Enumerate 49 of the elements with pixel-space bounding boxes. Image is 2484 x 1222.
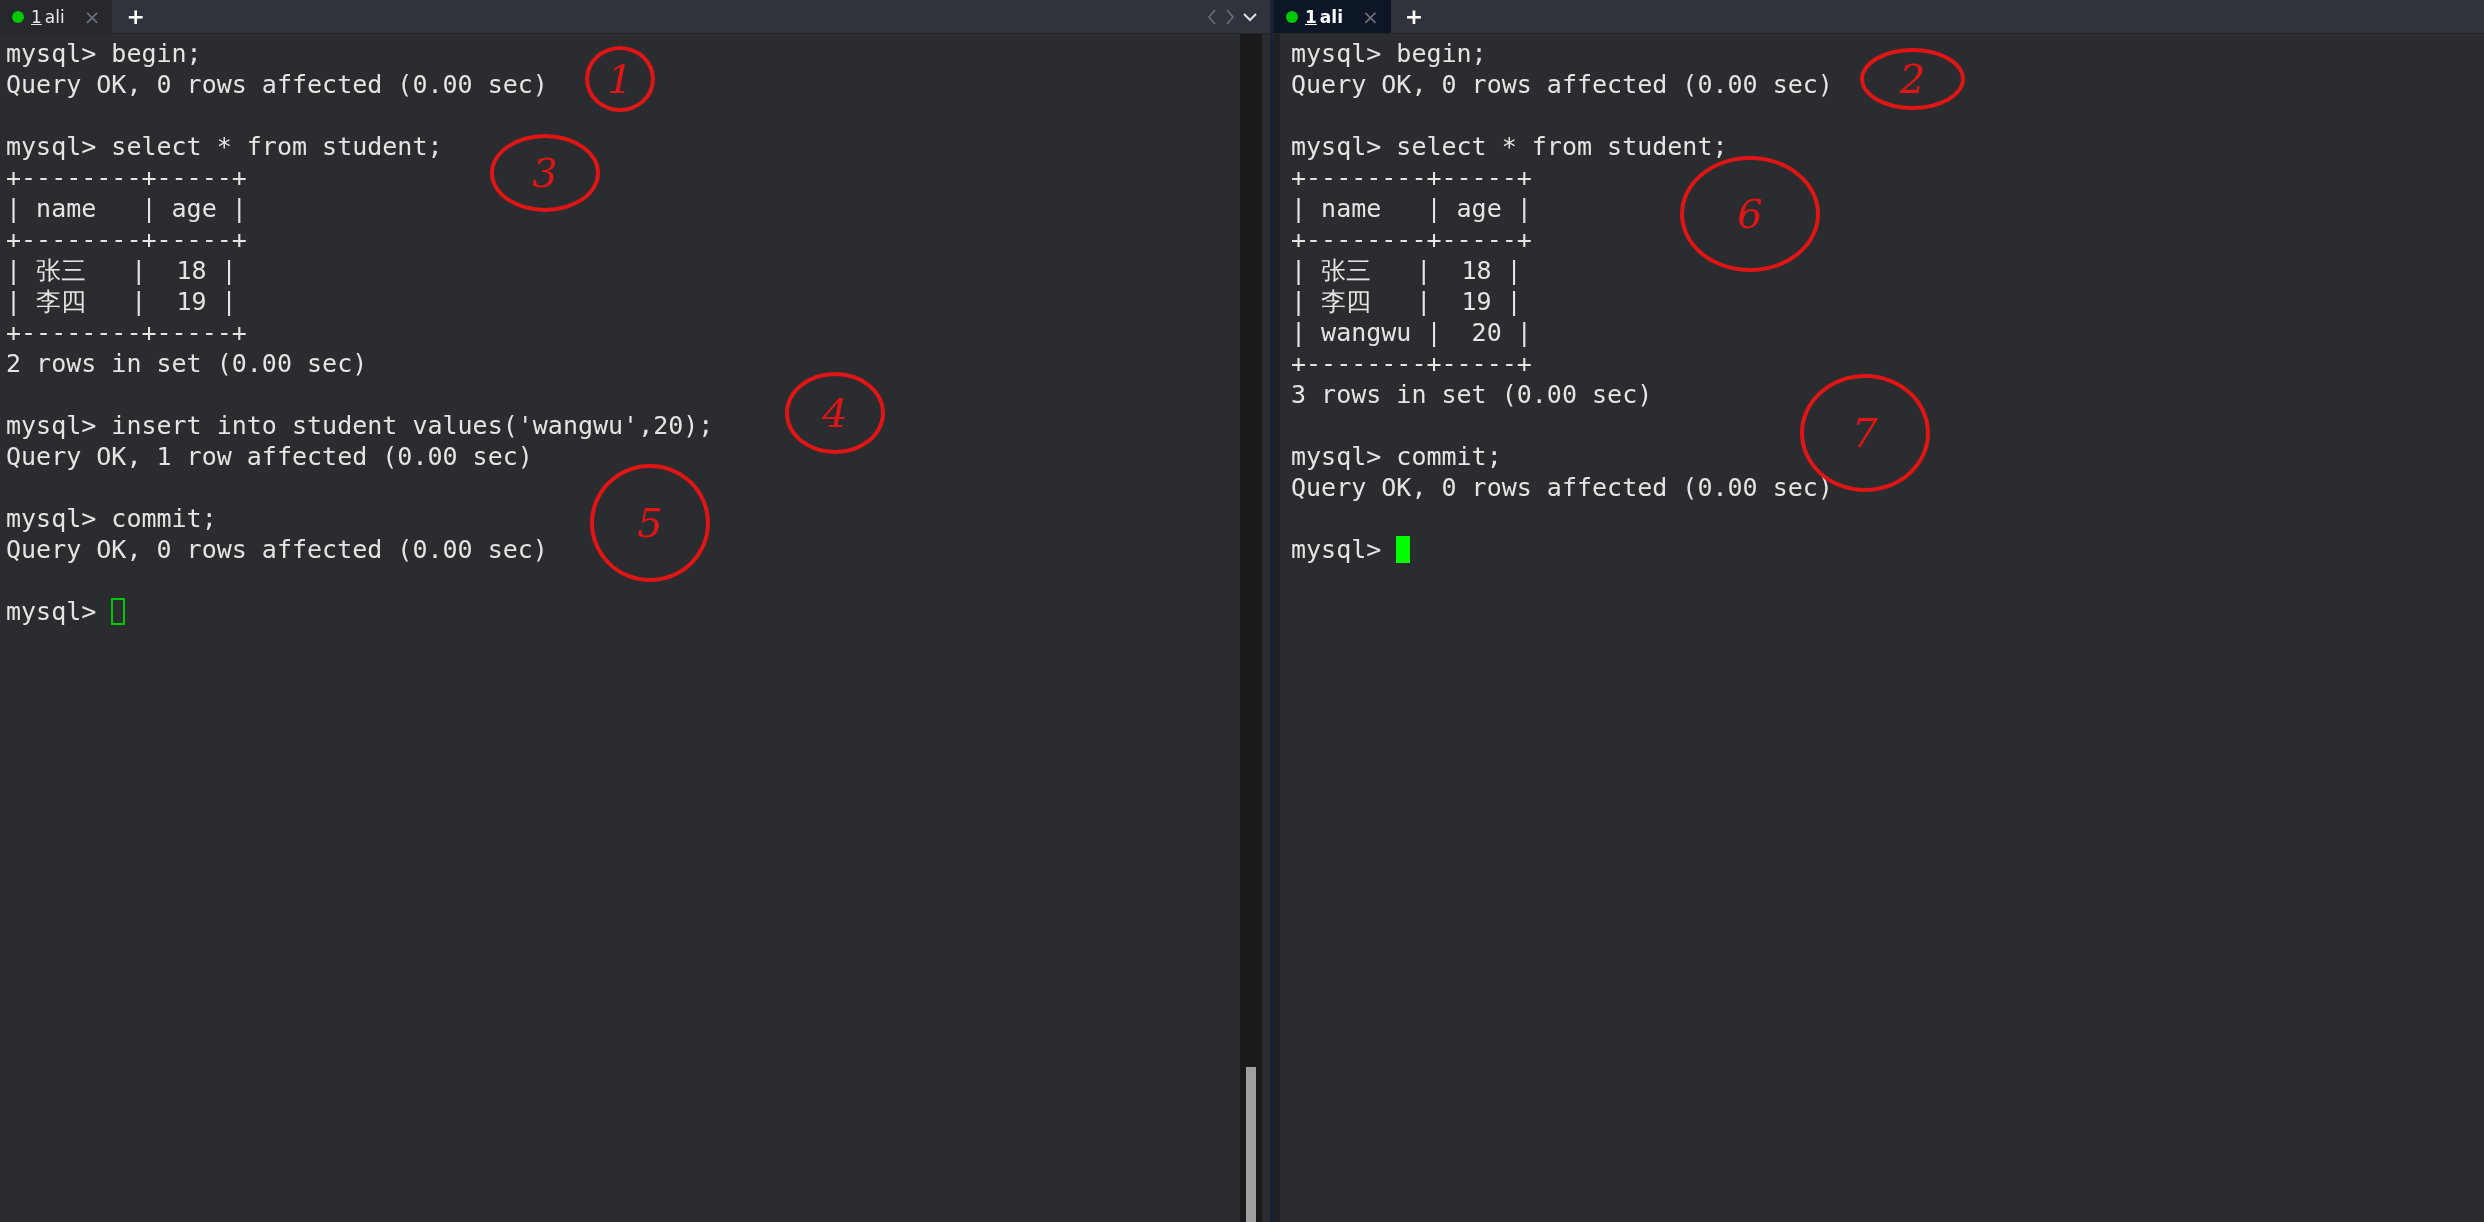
status-dot [12,10,24,23]
annotation-number: 5 [590,464,710,582]
terminal-line: | 张三 | 18 | [6,255,237,286]
terminal-line: Query OK, 0 rows affected (0.00 sec) [1291,69,1833,100]
tab-number: 1 [31,6,42,27]
terminal-line: +--------+-----+ [1291,224,1532,255]
chevron-left-icon[interactable] [1206,7,1218,26]
terminal-tab[interactable]: 1 ali × [0,0,113,33]
terminal-prompt: mysql> [1291,534,1382,565]
terminal-line: 2 rows in set (0.00 sec) [6,348,368,379]
terminal-line: +--------+-----+ [1291,348,1532,379]
terminal-line: mysql> select * from student; [6,131,443,162]
terminal-line: | 张三 | 18 | [1291,255,1522,286]
terminal-line: Query OK, 0 rows affected (0.00 sec) [1291,472,1833,503]
annotation-number: 4 [785,372,885,454]
chevron-right-icon[interactable] [1224,7,1236,26]
annotation-number: 2 [1860,48,1965,110]
terminal-line: | wangwu | 20 | [1291,317,1532,348]
terminal-tab[interactable]: 1 ali × [1274,0,1391,33]
terminal-line: 3 rows in set (0.00 sec) [1291,379,1653,410]
close-icon[interactable]: × [1362,4,1379,29]
scrollbar-thumb[interactable] [1246,1067,1256,1222]
terminal-line: Query OK, 0 rows affected (0.00 sec) [6,69,548,100]
terminal-line: Query OK, 0 rows affected (0.00 sec) [6,534,548,565]
terminal-line: mysql> begin; [1291,38,1487,69]
tab-number: 1 [1305,6,1317,27]
terminal-line: mysql> commit; [1291,441,1502,472]
terminal-line: | 李四 | 19 | [6,286,237,317]
new-tab-button[interactable]: + [1404,4,1424,29]
terminal-line: +--------+-----+ [1291,162,1532,193]
terminal-prompt: mysql> [6,596,97,627]
scrollbar[interactable] [1240,34,1262,1222]
terminal-line: | 李四 | 19 | [1291,286,1522,317]
terminal-line: | name | age | [1291,193,1532,224]
new-tab-button[interactable]: + [126,4,145,29]
terminal-line: +--------+-----+ [6,162,247,193]
annotation-number: 3 [490,134,600,212]
terminal-line: +--------+-----+ [6,224,247,255]
tab-title: ali [44,6,65,27]
terminal-line: +--------+-----+ [6,317,247,348]
terminal-line: Query OK, 1 row affected (0.00 sec) [6,441,533,472]
terminal-line: mysql> commit; [6,503,217,534]
terminal-line: | name | age | [6,193,247,224]
chevron-down-icon[interactable] [1242,10,1258,23]
tab-title: ali [1319,6,1343,27]
terminal-line: mysql> begin; [6,38,202,69]
status-dot [1286,10,1298,23]
terminal-line: mysql> insert into student values('wangwu',20); [6,410,714,441]
annotation-number: 1 [585,46,655,112]
